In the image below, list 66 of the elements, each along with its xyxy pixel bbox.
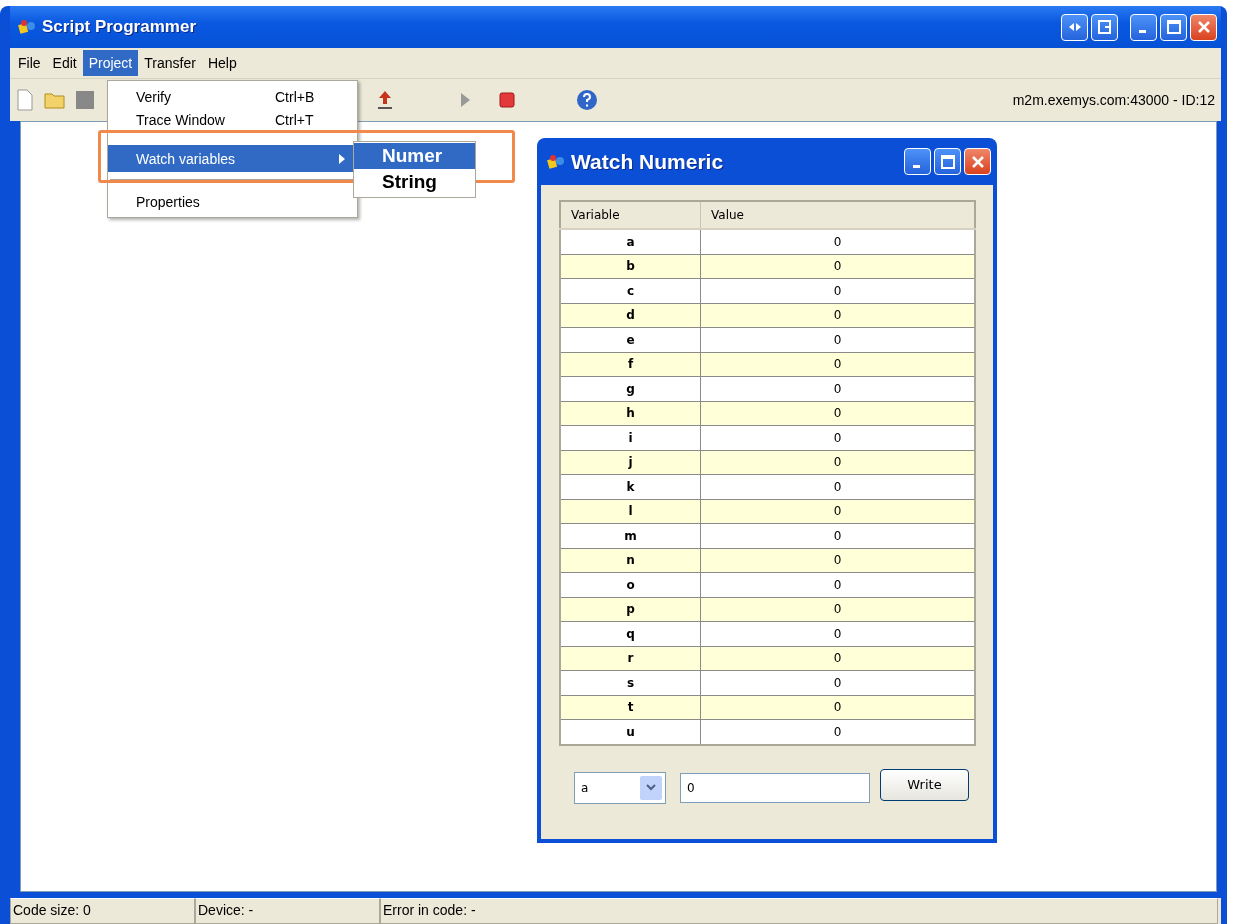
minimize-icon[interactable] <box>1130 13 1157 41</box>
submenu-arrow-icon <box>339 153 345 164</box>
save-icon[interactable] <box>74 89 96 111</box>
variable-cell: s <box>560 670 701 695</box>
app-icon <box>547 153 565 170</box>
variable-dropdown[interactable]: a <box>574 771 666 804</box>
variable-cell: g <box>560 376 701 401</box>
variable-cell: q <box>560 621 701 646</box>
value-cell: 0 <box>700 352 975 377</box>
variable-cell: f <box>560 352 701 377</box>
value-cell: 0 <box>700 450 975 475</box>
menu-item[interactable]: Help <box>201 50 243 76</box>
close-icon[interactable] <box>1190 13 1217 41</box>
value-cell: 0 <box>700 695 975 720</box>
variable-cell: j <box>560 450 701 475</box>
status-field: Code size: 0 <box>10 898 195 924</box>
chevron-down-icon <box>646 784 656 791</box>
variable-cell: c <box>560 278 701 303</box>
value-cell: 0 <box>700 401 975 426</box>
menu-item[interactable]: Verify Ctrl+B <box>108 85 357 108</box>
app-icon <box>18 19 36 35</box>
variable-cell: a <box>560 229 701 254</box>
variable-cell: l <box>560 499 701 524</box>
variable-cell: t <box>560 695 701 720</box>
value-cell: 0 <box>700 597 975 622</box>
window-title: Watch Numeric <box>571 149 725 174</box>
variable-cell: o <box>560 572 701 597</box>
variable-cell: n <box>560 548 701 573</box>
menu-item[interactable]: File <box>12 50 47 76</box>
value-cell: 0 <box>700 303 975 328</box>
status-field: Error in code: - <box>380 898 1218 924</box>
close-icon[interactable] <box>964 148 991 175</box>
submenu-item[interactable]: Numer <box>354 143 475 169</box>
variable-cell: m <box>560 523 701 548</box>
variable-cell: e <box>560 327 701 352</box>
stop-icon[interactable] <box>496 89 518 111</box>
value-cell: 0 <box>700 254 975 279</box>
status-field: Device: - <box>195 898 380 924</box>
value-cell: 0 <box>700 548 975 573</box>
column-header[interactable]: Value <box>700 201 975 229</box>
maximize-icon[interactable] <box>934 148 961 175</box>
value-input[interactable]: 0 <box>680 772 870 803</box>
variable-cell: i <box>560 425 701 450</box>
submenu-item[interactable]: String <box>354 169 475 195</box>
variable-cell: r <box>560 646 701 671</box>
variable-cell: d <box>560 303 701 328</box>
menu-item[interactable]: Edit <box>46 50 83 76</box>
arrows-icon[interactable] <box>1061 13 1088 41</box>
value-cell: 0 <box>700 646 975 671</box>
menu-item[interactable]: Properties <box>108 190 357 213</box>
variable-cell: h <box>560 401 701 426</box>
value-cell: 0 <box>700 499 975 524</box>
variable-cell: k <box>560 474 701 499</box>
menu-item[interactable]: Transfer <box>138 50 202 76</box>
variable-cell: b <box>560 254 701 279</box>
column-header[interactable]: Variable <box>560 201 701 229</box>
variable-cell: p <box>560 597 701 622</box>
menu-item[interactable]: Project <box>82 50 139 76</box>
write-button[interactable]: Write <box>880 768 969 801</box>
window-icon[interactable] <box>1091 13 1118 41</box>
minimize-icon[interactable] <box>904 148 931 175</box>
connection-text: m2m.exemys.com:43000 - ID:12 <box>1012 92 1216 108</box>
window-title: Script Programmer <box>42 17 197 37</box>
help-icon[interactable] <box>576 89 598 111</box>
menu-item[interactable]: Trace Window Ctrl+T <box>108 108 357 131</box>
maximize-icon[interactable] <box>1160 13 1187 41</box>
